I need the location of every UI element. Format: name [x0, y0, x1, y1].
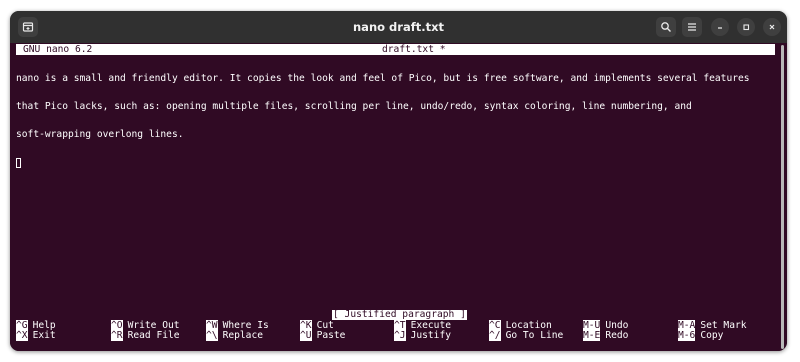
shortcut-exit[interactable]: ^X Exit	[16, 330, 56, 341]
text-line: nano is a small and friendly editor. It …	[16, 72, 750, 84]
shortcut-read-file[interactable]: ^R Read File	[111, 330, 180, 341]
shortcut-redo[interactable]: M-E Redo	[583, 330, 629, 341]
shortcut-justify[interactable]: ^J Justify	[394, 330, 451, 341]
text-line: soft-wrapping overlong lines.	[16, 129, 184, 141]
shortcut-key: ^X	[16, 330, 28, 341]
shortcut-go-to-line[interactable]: ^/ Go To Line	[489, 330, 564, 341]
shortcut-copy[interactable]: M-6 Copy	[678, 330, 724, 341]
terminal-window: nano draft.txt GNU nano 6.2 draft.txt * …	[10, 11, 787, 351]
shortcut-label: Justify	[410, 330, 451, 341]
shortcut-bar: ^G Help ^X Exit ^O Write Out ^R Read File ^W…	[16, 320, 776, 343]
search-icon[interactable]	[656, 17, 676, 37]
maximize-icon[interactable]	[737, 18, 755, 36]
file-name: draft.txt *	[382, 44, 446, 55]
minimize-icon[interactable]	[711, 18, 729, 36]
shortcut-key: M-E	[583, 330, 601, 341]
shortcut-label: Replace	[222, 330, 263, 341]
shortcut-key: ^/	[489, 330, 501, 341]
shortcut-key: ^\	[206, 330, 218, 341]
shortcut-replace[interactable]: ^\ Replace	[206, 330, 263, 341]
shortcut-label: Copy	[700, 330, 724, 341]
nano-version: GNU nano 6.2	[23, 44, 93, 55]
shortcut-key: ^R	[111, 330, 123, 341]
shortcut-label: Read File	[127, 330, 180, 341]
text-cursor	[16, 158, 21, 169]
shortcut-paste[interactable]: ^U Paste	[300, 330, 346, 341]
scrollbar[interactable]	[781, 45, 784, 349]
text-line: that Pico lacks, such as: opening multip…	[16, 101, 692, 113]
close-icon[interactable]	[763, 18, 781, 36]
nano-header-bar: GNU nano 6.2 draft.txt *	[16, 44, 775, 55]
shortcut-key: M-6	[678, 330, 696, 341]
terminal-area[interactable]: GNU nano 6.2 draft.txt * nano is a small…	[10, 43, 787, 351]
editor-text-area[interactable]: nano is a small and friendly editor. It …	[16, 55, 776, 187]
title-bar: nano draft.txt	[10, 11, 787, 43]
shortcut-key: ^J	[394, 330, 406, 341]
status-message: [ Justified paragraph ]	[332, 309, 467, 320]
shortcut-key: ^U	[300, 330, 312, 341]
cursor-line	[16, 158, 776, 169]
shortcut-label: Redo	[605, 330, 629, 341]
shortcut-label: Paste	[316, 330, 346, 341]
shortcut-label: Exit	[32, 330, 56, 341]
shortcut-label: Go To Line	[505, 330, 564, 341]
new-tab-icon[interactable]	[18, 17, 38, 37]
hamburger-menu-icon[interactable]	[682, 17, 702, 37]
